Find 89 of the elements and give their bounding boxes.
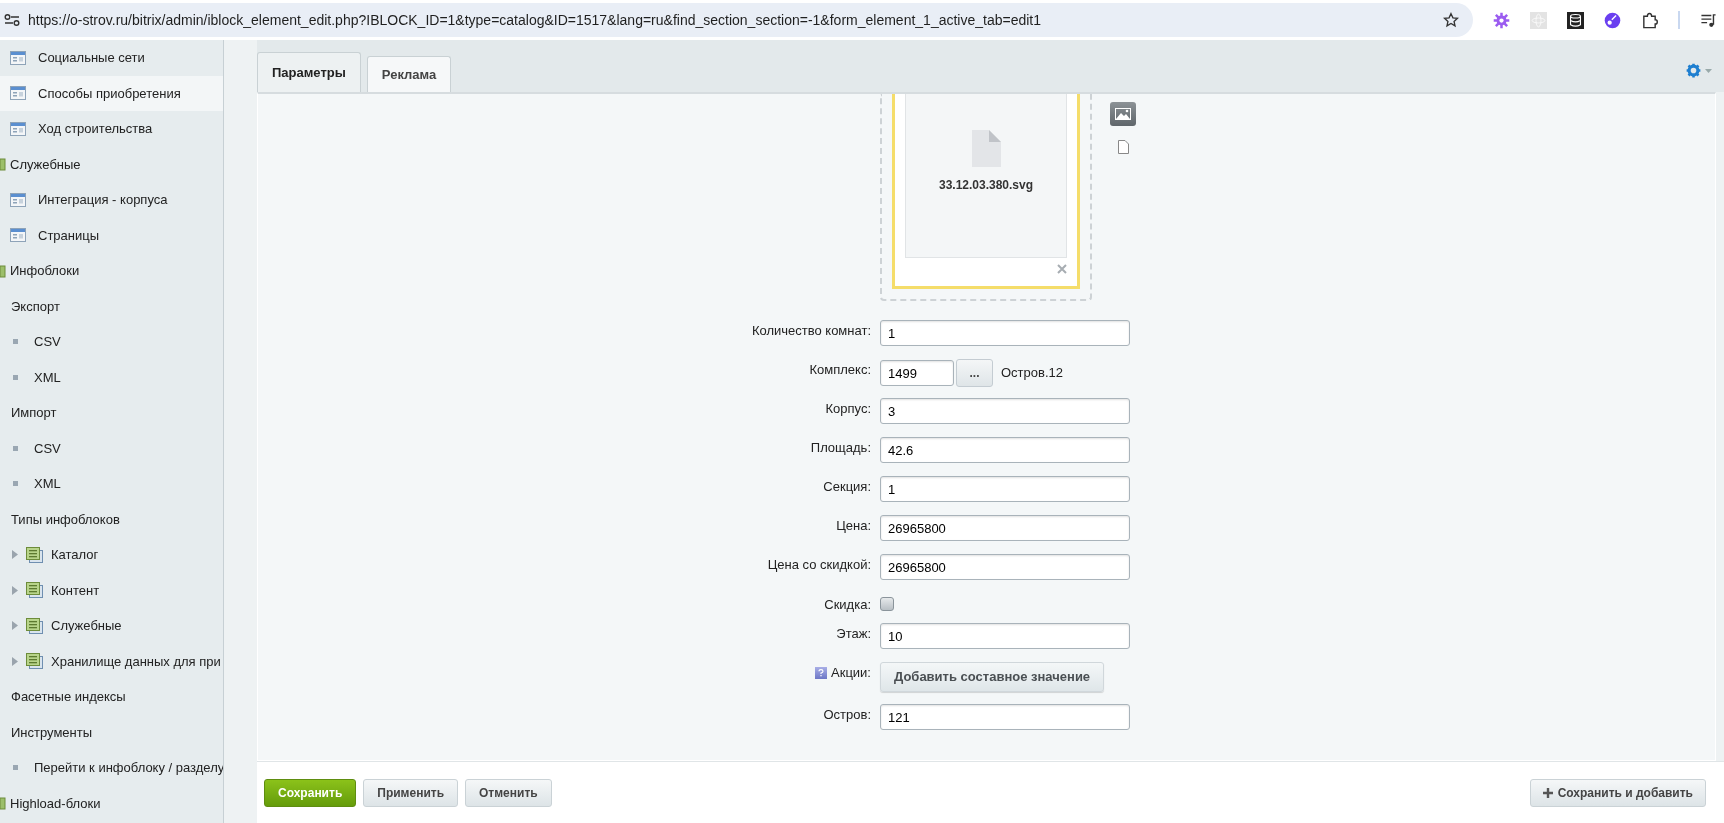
sidebar-item[interactable]: Инфоблоки (0, 253, 223, 289)
cancel-button[interactable]: Отменить (465, 778, 552, 807)
settings-icon[interactable] (1686, 63, 1701, 78)
field-label: Комплекс: (809, 361, 871, 379)
help-icon[interactable] (815, 666, 828, 679)
round-extension-icon[interactable] (1604, 11, 1621, 29)
media-control-icon[interactable] (1700, 11, 1717, 29)
expand-arrow-icon (12, 621, 18, 631)
sidebar-item[interactable]: Контент (0, 572, 223, 608)
expand-arrow-icon (12, 585, 18, 595)
sidebar-item[interactable]: Highload-блоки (0, 785, 223, 821)
input-field[interactable]: 121 (880, 704, 1130, 730)
input-field[interactable]: 42.6 (880, 437, 1130, 463)
sidebar-item[interactable]: Ход строительства (0, 111, 223, 147)
input-field[interactable]: 1499 (880, 360, 954, 386)
checkbox[interactable] (880, 597, 894, 611)
sidebar-item[interactable]: Страницы (0, 217, 223, 253)
tab[interactable]: Реклама (366, 56, 452, 92)
apply-button[interactable]: Применить (363, 778, 459, 807)
group-icon (0, 263, 6, 278)
expand-arrow-icon (12, 656, 18, 666)
group-icon (0, 796, 6, 811)
input-field[interactable]: 1 (880, 476, 1130, 502)
image-mode-button[interactable] (1110, 102, 1136, 126)
sidebar-item[interactable]: CSV (0, 324, 223, 360)
bullet-icon (13, 339, 18, 345)
input-field[interactable]: 10 (880, 623, 1130, 649)
sidebar-item[interactable]: XML (0, 359, 223, 395)
expand-arrow-icon (12, 550, 18, 560)
sidebar-item[interactable]: Служебные (0, 608, 223, 644)
page-icon (10, 121, 26, 136)
plus-icon (1542, 787, 1553, 798)
save-and-add-button[interactable]: Сохранить и добавить (1529, 778, 1706, 807)
sidebar-item[interactable]: CSV (0, 430, 223, 466)
field-label: Площадь: (810, 439, 871, 457)
tab[interactable]: Параметры (257, 52, 361, 92)
sidebar-item[interactable]: Социальные сети (0, 40, 223, 76)
sidebar-item[interactable]: Экспорт (0, 288, 223, 324)
page-icon (10, 50, 26, 65)
document-icon[interactable] (1117, 140, 1129, 154)
sidebar-item[interactable]: Типы инфоблоков (0, 501, 223, 537)
sidebar-item[interactable]: Хранилище данных для при (0, 643, 223, 679)
bullet-icon (13, 445, 18, 451)
close-icon[interactable] (1057, 264, 1067, 274)
sidebar-item[interactable]: XML (0, 466, 223, 502)
folder-icon (26, 617, 43, 634)
input-field[interactable]: 26965800 (880, 554, 1130, 580)
image-icon (1115, 108, 1131, 120)
field-label: Корпус: (825, 400, 871, 418)
puzzle-icon[interactable] (1641, 11, 1658, 29)
field-label: Остров: (823, 706, 871, 724)
sidebar-item[interactable]: Каталог (0, 537, 223, 573)
database-extension-icon[interactable] (1567, 11, 1584, 29)
field-label: Секция: (823, 478, 871, 496)
field-label: Цена: (836, 517, 871, 535)
bullet-icon (13, 481, 18, 487)
sidebar-item[interactable]: Способы приобретения (0, 75, 223, 111)
input-field[interactable]: 1 (880, 320, 1130, 346)
gear-extension-icon[interactable] (1493, 11, 1510, 29)
lookup-name: Остров.12 (1001, 364, 1063, 383)
field-label: Скидка: (824, 595, 871, 614)
sidebar-item[interactable]: Импорт (0, 395, 223, 431)
page-icon (10, 86, 26, 101)
add-value-button[interactable]: Добавить составное значение (880, 662, 1105, 692)
field-label: Цена со скидкой: (767, 556, 871, 574)
browse-button[interactable]: ... (956, 359, 993, 387)
file-icon (971, 130, 1001, 167)
group-icon (0, 157, 6, 172)
field-label: Количество комнат: (751, 322, 871, 340)
sidebar-item[interactable]: Фасетные индексы (0, 679, 223, 715)
field-label: Акции: (831, 664, 871, 682)
page-icon (10, 192, 26, 207)
folder-icon (26, 582, 43, 599)
sidebar-item[interactable]: Служебные (0, 146, 223, 182)
folder-icon (26, 546, 43, 563)
input-field[interactable]: 3 (880, 398, 1130, 424)
folder-icon (26, 653, 43, 670)
bookmark-star-icon[interactable] (1443, 12, 1459, 28)
file-name: 33.12.03.380.svg (938, 177, 1034, 194)
bullet-icon (13, 765, 18, 771)
site-settings-icon[interactable] (4, 13, 20, 27)
sidebar-item[interactable]: Интеграция - корпуса (0, 182, 223, 218)
url-text: https://o-strov.ru/bitrix/admin/iblock_element_edit.php?IBLOCK_ID=1&type=catalog&ID=1517&lang=ru&find_section_section=-1&form_element_1_active_tab=edit1 (28, 10, 1042, 30)
input-field[interactable]: 26965800 (880, 515, 1130, 541)
sidebar-item[interactable]: Инструменты (0, 714, 223, 750)
bullet-icon (13, 374, 18, 380)
page-icon (10, 228, 26, 243)
address-bar[interactable]: https://o-strov.ru/bitrix/admin/iblock_element_edit.php?IBLOCK_ID=1&type=catalog&ID=1517&lang=ru&find_section_section=-1&form_element_1_active_tab=edit1 (0, 3, 1473, 37)
field-label: Этаж: (836, 625, 871, 643)
